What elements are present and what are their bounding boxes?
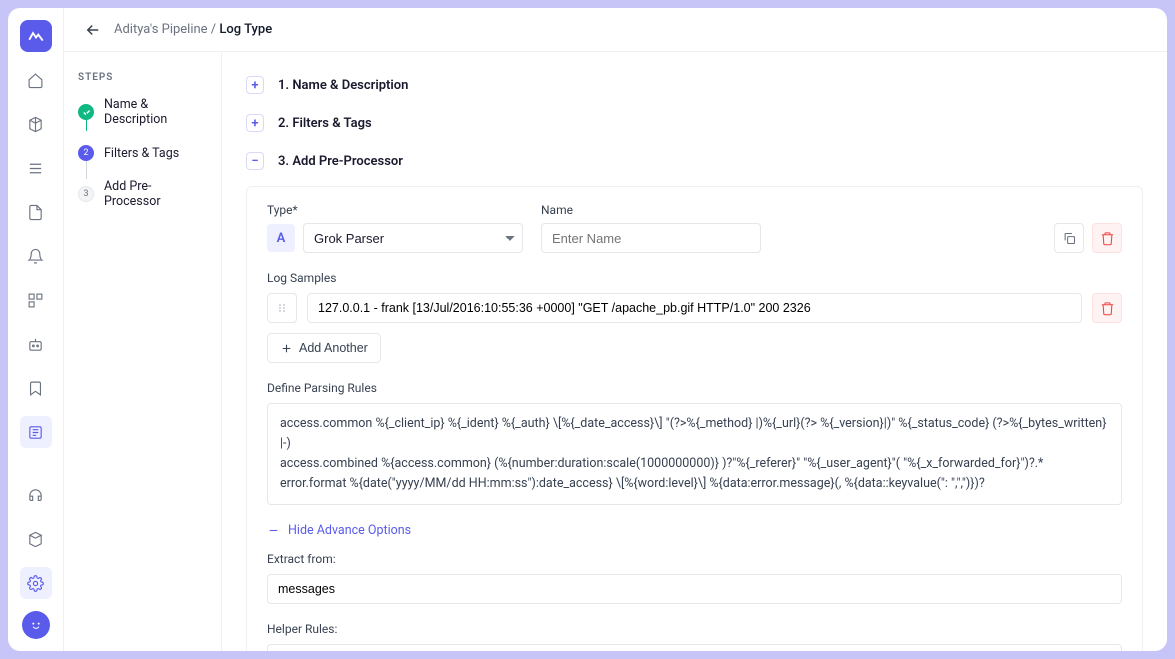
helper-rules-label: Helper Rules: xyxy=(267,622,1122,636)
icon-rail xyxy=(8,8,64,651)
processor-card: Type* A Grok Parser Name xyxy=(246,186,1143,651)
delete-processor-button[interactable] xyxy=(1092,223,1122,253)
pipeline-icon[interactable] xyxy=(20,416,52,448)
section-name-description[interactable]: + 1. Name & Description xyxy=(222,66,1167,104)
processor-letter: A xyxy=(267,224,295,252)
copy-button[interactable] xyxy=(1054,223,1084,253)
name-label: Name xyxy=(541,203,761,217)
list-icon[interactable] xyxy=(20,152,52,184)
extract-from-input[interactable] xyxy=(267,574,1122,604)
log-samples-label: Log Samples xyxy=(267,271,1122,285)
back-button[interactable] xyxy=(84,21,102,39)
document-icon[interactable] xyxy=(20,196,52,228)
bookmark-icon[interactable] xyxy=(20,372,52,404)
add-another-button[interactable]: Add Another xyxy=(267,333,381,363)
parsing-rules-input[interactable]: access.common %{_client_ip} %{_ident} %{… xyxy=(267,403,1122,505)
section-filters-tags[interactable]: + 2. Filters & Tags xyxy=(222,104,1167,142)
expand-icon[interactable]: + xyxy=(246,114,264,132)
extract-from-label: Extract from: xyxy=(267,552,1122,566)
bell-icon[interactable] xyxy=(20,240,52,272)
settings-icon[interactable] xyxy=(20,567,52,599)
top-bar: Aditya's Pipeline / Log Type xyxy=(64,8,1167,52)
user-avatar[interactable] xyxy=(22,611,50,639)
home-icon[interactable] xyxy=(20,64,52,96)
log-sample-input[interactable] xyxy=(307,293,1082,323)
name-input[interactable] xyxy=(541,223,761,253)
step-number-badge: 3 xyxy=(78,186,94,202)
step-number-badge: 2 xyxy=(78,145,94,161)
log-sample-row xyxy=(267,293,1122,323)
app-logo xyxy=(20,20,52,52)
step-name-description[interactable]: Name & Description xyxy=(78,97,207,127)
step-add-preprocessor[interactable]: 3 Add Pre-Processor xyxy=(78,179,207,209)
headset-icon[interactable] xyxy=(20,479,52,511)
steps-panel: STEPS Name & Description 2 Filters & Tag… xyxy=(64,52,222,651)
drag-handle-icon[interactable] xyxy=(267,293,297,323)
section-add-preprocessor[interactable]: − 3. Add Pre-Processor xyxy=(222,142,1167,180)
delete-sample-button[interactable] xyxy=(1092,293,1122,323)
parsing-rules-label: Define Parsing Rules xyxy=(267,381,1122,395)
robot-icon[interactable] xyxy=(20,328,52,360)
type-label: Type* xyxy=(267,203,523,217)
step-filters-tags[interactable]: 2 Filters & Tags xyxy=(78,145,207,161)
breadcrumb-parent[interactable]: Aditya's Pipeline xyxy=(114,22,208,37)
collapse-icon[interactable]: − xyxy=(246,152,264,170)
content-area: + 1. Name & Description + 2. Filters & T… xyxy=(222,52,1167,651)
type-select[interactable]: Grok Parser xyxy=(303,223,523,253)
modules-icon[interactable] xyxy=(20,284,52,316)
breadcrumb: Aditya's Pipeline / Log Type xyxy=(114,22,272,37)
package-icon[interactable] xyxy=(20,523,52,555)
cube-icon[interactable] xyxy=(20,108,52,140)
expand-icon[interactable]: + xyxy=(246,76,264,94)
breadcrumb-current: Log Type xyxy=(219,22,272,37)
steps-heading: STEPS xyxy=(78,72,207,83)
hide-advance-options-link[interactable]: Hide Advance Options xyxy=(267,523,1122,538)
helper-rules-input[interactable]: _auth %{notSpace:http.auth:nullIf("-")} … xyxy=(267,644,1122,651)
